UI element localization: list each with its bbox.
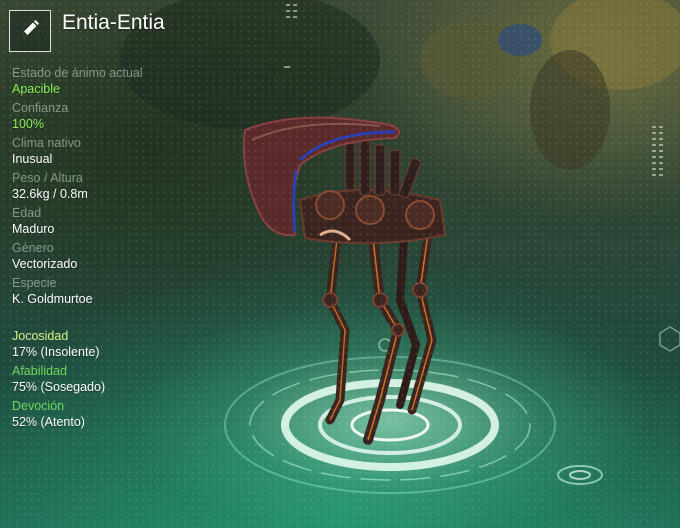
edit-name-button[interactable] xyxy=(9,10,51,52)
bg-blue-plant xyxy=(498,24,542,56)
stat-mood: Estado de ánimo actual Apacible xyxy=(12,66,212,97)
stat-trust: Confianza 100% xyxy=(12,101,212,132)
trait-devotion: Devoción 52% (Atento) xyxy=(12,399,212,430)
trait-label: Afabilidad xyxy=(12,364,67,378)
stat-value: Maduro xyxy=(12,221,55,236)
stats-panel: Estado de ánimo actual Apacible Confianz… xyxy=(12,66,212,311)
trait-value: 52% (Atento) xyxy=(12,414,85,429)
trait-label: Jocosidad xyxy=(12,329,69,343)
stat-climate: Clima nativo Inusual xyxy=(12,136,212,167)
stat-gender: Género Vectorizado xyxy=(12,241,212,272)
stat-label: Género xyxy=(12,241,54,255)
stat-value: K. Goldmurtoe xyxy=(12,291,93,306)
stat-label: Edad xyxy=(12,206,42,220)
trait-affability: Afabilidad 75% (Sosegado) xyxy=(12,364,212,395)
stat-value: Vectorizado xyxy=(12,256,78,271)
creature-model xyxy=(242,116,447,445)
pencil-icon xyxy=(19,18,41,45)
trait-playfulness: Jocosidad 17% (Insolente) xyxy=(12,329,212,360)
bg-plant-3 xyxy=(530,50,610,170)
stat-value: Apacible xyxy=(12,81,60,96)
stat-species: Especie K. Goldmurtoe xyxy=(12,276,212,307)
stat-label: Confianza xyxy=(12,101,69,115)
stat-value: Inusual xyxy=(12,151,53,166)
stat-age: Edad Maduro xyxy=(12,206,212,237)
stat-label: Especie xyxy=(12,276,57,290)
creature-name: Entia-Entia xyxy=(62,11,165,34)
holo-platform xyxy=(224,326,680,494)
stat-value: 100% xyxy=(12,116,44,131)
stat-label: Clima nativo xyxy=(12,136,81,150)
stat-weight-height: Peso / Altura 32.6kg / 0.8m xyxy=(12,171,212,202)
traits-panel: Jocosidad 17% (Insolente) Afabilidad 75%… xyxy=(12,329,212,434)
stat-value: 32.6kg / 0.8m xyxy=(12,186,88,201)
trait-value: 75% (Sosegado) xyxy=(12,379,106,394)
stat-label: Estado de ánimo actual xyxy=(12,66,143,80)
stat-label: Peso / Altura xyxy=(12,171,83,185)
trait-label: Devoción xyxy=(12,399,65,413)
trait-value: 17% (Insolente) xyxy=(12,344,100,359)
